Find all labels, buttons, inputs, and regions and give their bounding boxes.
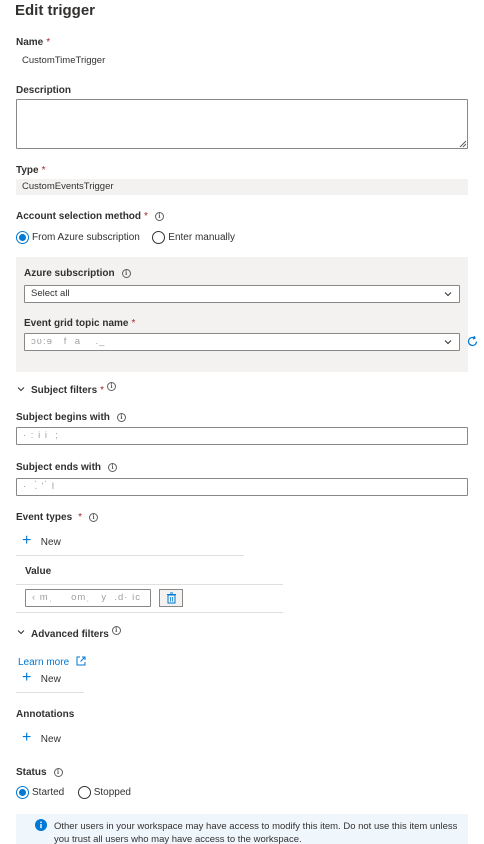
chevron-down-icon[interactable] [17, 628, 25, 636]
plus-icon: + [22, 669, 32, 686]
annotations-label: Annotations [16, 709, 75, 720]
trash-icon [167, 592, 176, 604]
type-label: Type * [16, 165, 46, 176]
divider [16, 584, 283, 585]
status-label: Status i [16, 767, 63, 778]
refresh-icon[interactable] [466, 335, 479, 348]
chevron-down-icon[interactable] [17, 385, 25, 393]
learn-more-link[interactable]: Learn more [18, 652, 86, 670]
annotations-new-button[interactable]: + New [22, 729, 61, 747]
azure-subscription-dropdown[interactable]: Select all [24, 285, 460, 303]
info-icon[interactable]: i [107, 382, 117, 391]
event-grid-topic-dropdown[interactable]: ɔʋ:ɘ f a ._ [24, 333, 460, 351]
radio-selected-icon[interactable] [16, 231, 29, 245]
status-radio-group: Started Stopped [16, 784, 131, 802]
info-icon[interactable]: i [154, 212, 164, 221]
subject-ends-input[interactable]: · .̀ ' ̀ l [16, 478, 468, 496]
radio-from-azure-subscription[interactable]: From Azure subscription [16, 229, 144, 246]
resize-handle-icon[interactable] [459, 140, 467, 148]
page-title: Edit trigger [15, 2, 96, 19]
plus-icon: + [22, 532, 32, 549]
info-icon[interactable]: i [116, 413, 126, 422]
chevron-down-icon[interactable] [444, 338, 452, 346]
azure-subscription-label: Azure subscription i [24, 268, 131, 279]
subject-ends-label: Subject ends with i [16, 462, 118, 473]
advanced-filters-new-button[interactable]: + New [22, 669, 61, 687]
advanced-filters-toggle[interactable]: Advanced filters i [31, 626, 121, 640]
radio-selected-icon[interactable] [16, 786, 29, 800]
banner-text: Other users in your workspace may have a… [54, 821, 458, 844]
event-types-label: Event types * i [16, 512, 99, 523]
divider [16, 555, 244, 556]
account-selection-radio-group: From Azure subscription Enter manually [16, 229, 235, 247]
info-icon[interactable]: i [108, 463, 118, 472]
chevron-down-icon[interactable] [444, 290, 452, 298]
description-textarea[interactable] [16, 99, 468, 149]
subject-begins-input[interactable]: · : i i ; [16, 427, 468, 445]
info-banner: Other users in your workspace may have a… [16, 814, 468, 844]
radio-unselected-icon[interactable] [152, 231, 166, 245]
type-value: CustomEventsTrigger [16, 179, 468, 195]
info-icon[interactable]: i [53, 768, 63, 777]
delete-button[interactable] [159, 589, 183, 607]
radio-unselected-icon[interactable] [77, 786, 91, 800]
event-type-value-input[interactable]: ‹ mˌ omˌ y .d· ic [25, 589, 151, 607]
account-selection-label: Account selection method * i [16, 211, 164, 222]
radio-started[interactable]: Started [16, 784, 69, 801]
required-mark: * [46, 37, 51, 48]
info-icon[interactable]: i [111, 626, 121, 635]
subject-begins-label: Subject begins with i [16, 412, 126, 423]
divider [16, 692, 84, 693]
name-value: CustomTimeTrigger [22, 55, 106, 66]
event-grid-topic-label: Event grid topic name * [24, 318, 136, 329]
external-link-icon [76, 656, 86, 666]
description-label: Description [16, 85, 72, 96]
info-filled-icon [35, 819, 47, 831]
radio-stopped[interactable]: Stopped [77, 784, 131, 801]
info-icon[interactable]: i [89, 513, 99, 522]
info-icon[interactable]: i [121, 269, 131, 278]
subject-filters-toggle[interactable]: Subject filters * i [31, 382, 117, 396]
plus-icon: + [22, 729, 32, 746]
event-types-column-header: Value [25, 566, 52, 577]
event-types-new-button[interactable]: + New [22, 532, 61, 550]
radio-enter-manually[interactable]: Enter manually [152, 229, 235, 246]
divider [16, 612, 283, 613]
name-label: Name * [16, 37, 51, 48]
